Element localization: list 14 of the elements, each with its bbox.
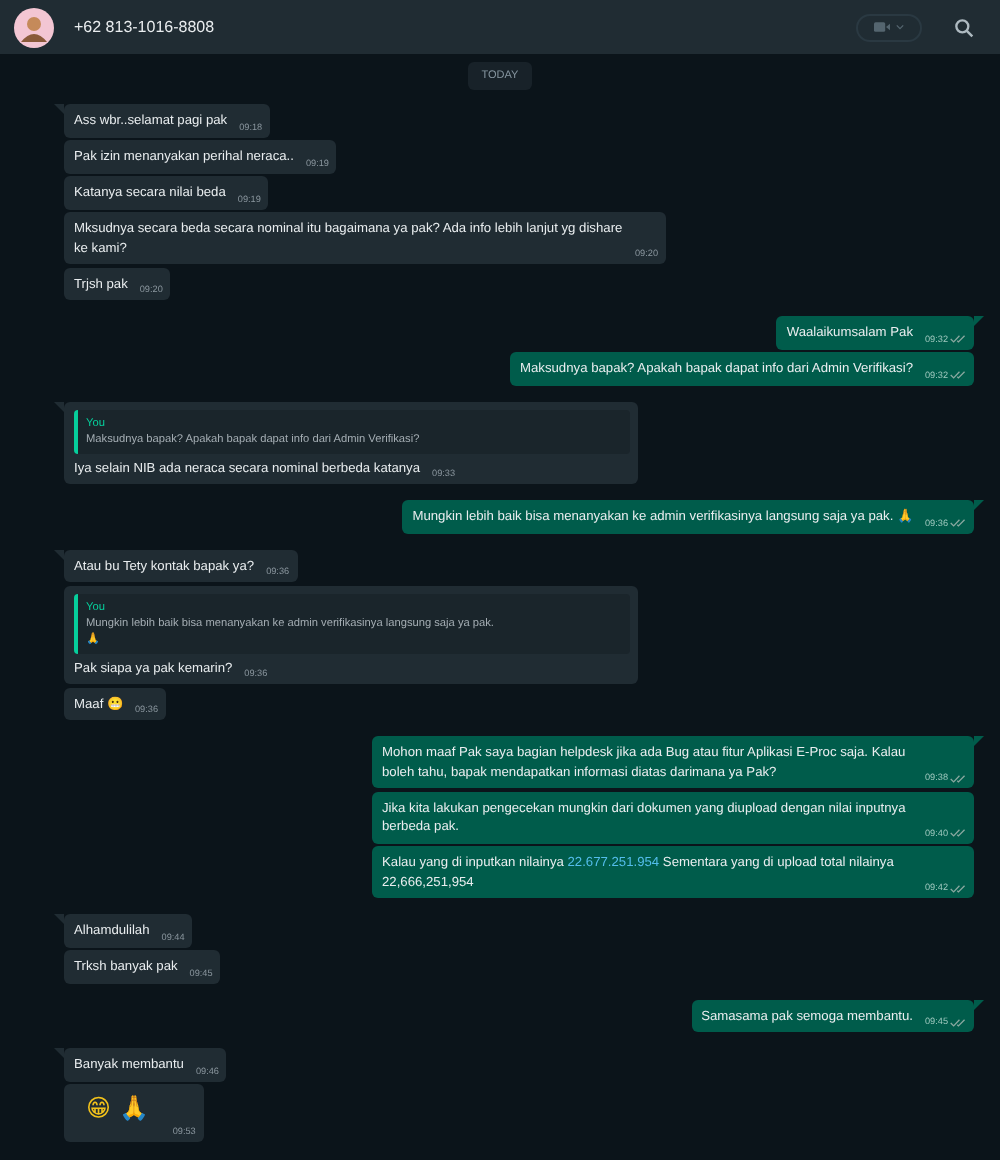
contact-name[interactable]: +62 813-1016-8808 bbox=[74, 18, 215, 36]
search-icon[interactable] bbox=[954, 17, 974, 37]
video-call-button[interactable] bbox=[856, 13, 922, 41]
double-check-icon bbox=[950, 773, 966, 783]
message-text: 😁 🙏 bbox=[84, 1092, 151, 1124]
double-check-icon bbox=[950, 518, 966, 528]
double-check-icon bbox=[950, 370, 966, 380]
double-check-icon bbox=[950, 1017, 966, 1027]
double-check-icon bbox=[950, 883, 966, 893]
caret-icon bbox=[896, 24, 904, 30]
video-camera-icon bbox=[874, 22, 890, 32]
double-check-icon bbox=[950, 334, 966, 344]
avatar-icon[interactable] bbox=[14, 7, 54, 47]
double-check-icon bbox=[950, 828, 966, 838]
